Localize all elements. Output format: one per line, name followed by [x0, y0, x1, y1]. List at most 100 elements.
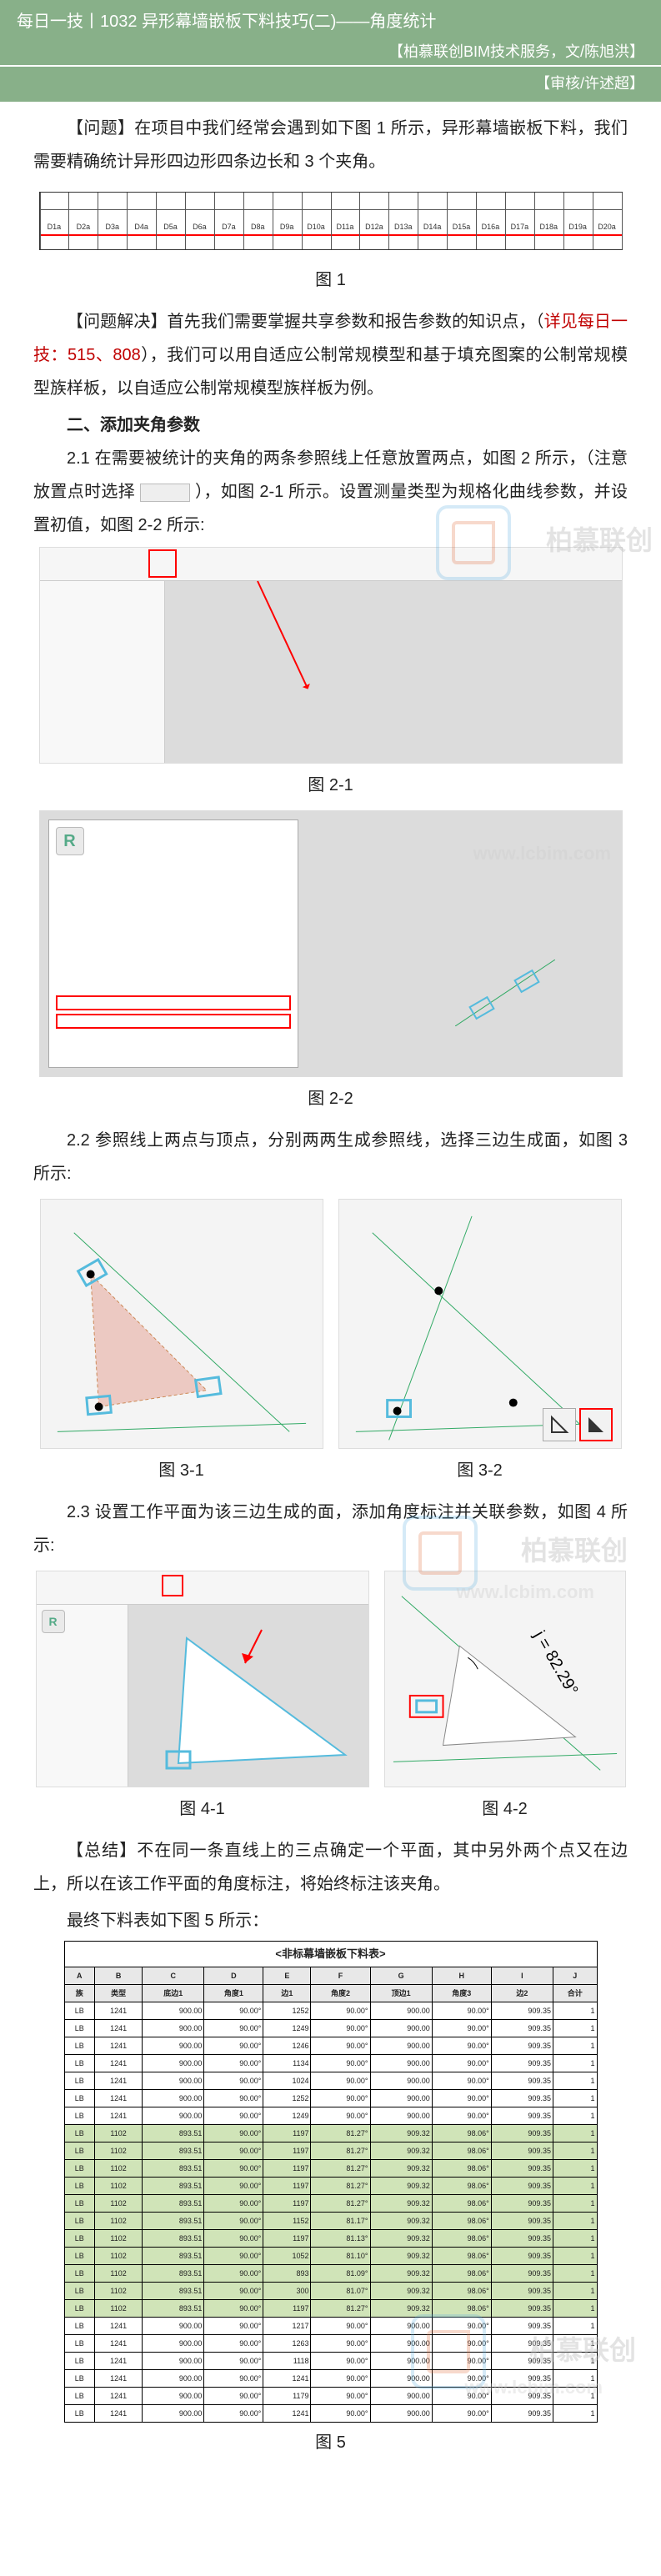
table-cell: 909.32	[370, 2248, 432, 2265]
figure-41-caption: 图 4-1	[36, 1792, 369, 1826]
table-cell: LB	[64, 2055, 95, 2072]
figure-3-1-svg	[41, 1200, 323, 1448]
table-cell: 90.00°	[204, 2370, 263, 2388]
table-cell: 90.00°	[204, 2160, 263, 2178]
table-cell: LB	[64, 2335, 95, 2353]
table-row: LB1102893.5190.00°105281.10°909.3298.06°…	[64, 2248, 597, 2265]
col-letter: G	[370, 1967, 432, 1985]
table-cell: 909.35	[491, 2072, 553, 2090]
triangle-filled-icon[interactable]	[579, 1408, 613, 1441]
table-cell: 1	[553, 2230, 597, 2248]
table-cell: 1024	[263, 2072, 311, 2090]
screenshot-mock	[40, 548, 622, 763]
table-cell: LB	[64, 2037, 95, 2055]
table-cell: 98.06°	[432, 2213, 491, 2230]
table-cell: 90.00°	[204, 2213, 263, 2230]
table-cell: LB	[64, 2265, 95, 2283]
table-cell: 893.51	[143, 2265, 204, 2283]
table-cell: LB	[64, 2283, 95, 2300]
table-cell: 909.35	[491, 2160, 553, 2178]
triangle-outline-icon[interactable]	[543, 1408, 576, 1441]
screenshot-mock: R	[37, 1571, 368, 1787]
table-cell: 1152	[263, 2213, 311, 2230]
highlight-row-2	[56, 1014, 291, 1029]
table-cell: LB	[64, 2090, 95, 2107]
table-cell: 98.06°	[432, 2195, 491, 2213]
table-cell: 909.32	[370, 2160, 432, 2178]
table-cell: LB	[64, 2213, 95, 2230]
table-cell: 909.35	[491, 2055, 553, 2072]
table-cell: 909.32	[370, 2142, 432, 2160]
table-cell: 90.00°	[204, 2248, 263, 2265]
figure-2-1	[39, 547, 623, 764]
table-cell: 1102	[95, 2160, 143, 2178]
table-cell: 1197	[263, 2178, 311, 2195]
article-reviewer: 【审核/许述超】	[17, 72, 644, 93]
table-cell: 900.00	[143, 2072, 204, 2090]
table-cell: 1241	[95, 2002, 143, 2020]
table-cell: 1102	[95, 2213, 143, 2230]
figure-3-1-col: 图 3-1	[40, 1194, 323, 1496]
table-row: LB1102893.5190.00°119781.27°909.3298.06°…	[64, 2142, 597, 2160]
col-letter: B	[95, 1967, 143, 1985]
table-cell: 90.00°	[204, 2002, 263, 2020]
revit-logo-icon: R	[42, 1610, 65, 1633]
table-cell: LB	[64, 2405, 95, 2423]
table-cell: 909.32	[370, 2195, 432, 2213]
figure-42-caption: 图 4-2	[384, 1792, 626, 1826]
table-cell: 909.35	[491, 2178, 553, 2195]
watermark-url: www.lcbim.com	[473, 835, 611, 872]
col-header: 角度2	[311, 1985, 370, 2002]
col-header: 族	[64, 1985, 95, 2002]
table-cell: 1241	[95, 2037, 143, 2055]
revit-logo-icon: R	[56, 827, 84, 855]
col-header: 顶边1	[370, 1985, 432, 2002]
grid-label: D18a	[539, 219, 558, 234]
table-cell: 900.00	[143, 2090, 204, 2107]
table-cell: 900.00	[370, 2055, 432, 2072]
table-cell: LB	[64, 2125, 95, 2142]
table-cell: 1	[553, 2002, 597, 2020]
table-cell: 1197	[263, 2142, 311, 2160]
table-cell: 90.00°	[432, 2055, 491, 2072]
table-cell: 900.00	[143, 2055, 204, 2072]
table-cell: 98.06°	[432, 2160, 491, 2178]
grid-label: D1a	[48, 219, 62, 234]
table-cell: 1197	[263, 2230, 311, 2248]
divider	[0, 65, 661, 67]
figure-1-caption: 图 1	[33, 263, 628, 297]
model-preview	[455, 960, 555, 1026]
figure-21-wrap: 柏慕联创	[33, 547, 628, 764]
watermark-url: www.lcbim.com	[457, 1574, 594, 1611]
red-arrow	[257, 581, 308, 688]
table-cell: LB	[64, 2300, 95, 2318]
grid-label: D6a	[193, 219, 207, 234]
table-cell: 90.00°	[311, 2388, 370, 2405]
panel-left: R	[37, 1605, 128, 1787]
table-cell: 90.00°	[204, 2283, 263, 2300]
figure-5-wrap: <非标幕墙嵌板下料表> ABCDEFGHIJ族类型底边1角度1边1角度2顶边1角…	[33, 1941, 628, 2423]
table-cell: 90.00°	[204, 2230, 263, 2248]
col-header: 角度3	[432, 1985, 491, 2002]
grid-label: D2a	[77, 219, 91, 234]
table-cell: 900.00	[143, 2002, 204, 2020]
table-cell: 90.00°	[204, 2125, 263, 2142]
table-cell: 90.00°	[204, 2405, 263, 2423]
table-row: LB1102893.5190.00°89381.09°909.3298.06°9…	[64, 2265, 597, 2283]
table-cell: 1102	[95, 2125, 143, 2142]
grid-label: D3a	[105, 219, 119, 234]
table-cell: 909.35	[491, 2195, 553, 2213]
table-row: LB1241900.0090.00°125290.00°900.0090.00°…	[64, 2002, 597, 2020]
table-row: LB1102893.5190.00°119781.27°909.3298.06°…	[64, 2195, 597, 2213]
grid-label: D14a	[423, 219, 442, 234]
heading-2: 二、添加夹角参数	[33, 408, 628, 442]
table-cell: 1252	[263, 2090, 311, 2107]
table-cell: LB	[64, 2388, 95, 2405]
table-cell: 900.00	[143, 2020, 204, 2037]
table-cell: LB	[64, 2020, 95, 2037]
figure-32-caption: 图 3-2	[338, 1454, 622, 1487]
table-row: LB1241900.0090.00°102490.00°900.0090.00°…	[64, 2072, 597, 2090]
table-cell: 909.35	[491, 2230, 553, 2248]
highlight-box	[148, 549, 177, 578]
table-cell: 1	[553, 2405, 597, 2423]
